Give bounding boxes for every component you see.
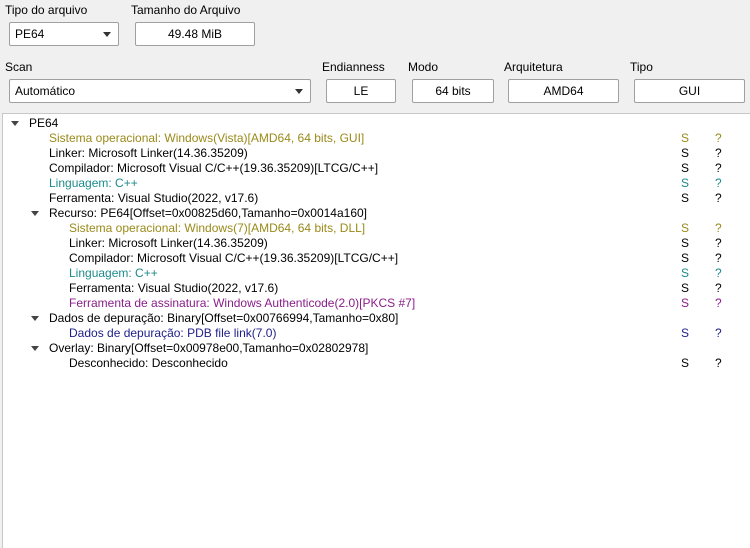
- tree-item-label: Linker: Microsoft Linker(14.36.35209): [69, 236, 268, 250]
- tree-item-label: Ferramenta de assinatura: Windows Authen…: [69, 296, 416, 310]
- tree-item-label: Ferramenta: Visual Studio(2022, v17.6): [49, 191, 259, 205]
- tree-node[interactable]: PE64: [3, 116, 749, 131]
- info-column-question[interactable]: ?: [715, 251, 722, 266]
- architecture-value: AMD64: [543, 84, 584, 98]
- type-label: Tipo: [630, 60, 653, 74]
- signature-column-s[interactable]: S: [681, 251, 689, 266]
- info-column-question[interactable]: ?: [715, 356, 722, 371]
- info-column-question[interactable]: ?: [715, 146, 722, 161]
- results-tree[interactable]: PE64 Sistema operacional: Windows(Vista)[…: [2, 113, 750, 548]
- expand-arrow-icon[interactable]: [31, 316, 39, 321]
- tree-item-label: Dados de depuração: Binary[Offset=0x0076…: [49, 311, 399, 325]
- signature-column-s[interactable]: S: [681, 131, 689, 146]
- tree-item-label: Linker: Microsoft Linker(14.36.35209): [49, 146, 248, 160]
- info-column-question[interactable]: ?: [715, 176, 722, 191]
- signature-column-s[interactable]: S: [681, 146, 689, 161]
- signature-column-s[interactable]: S: [681, 266, 689, 281]
- info-column-question[interactable]: ?: [715, 191, 722, 206]
- signature-column-s[interactable]: S: [681, 281, 689, 296]
- mode-value: 64 bits: [435, 84, 471, 98]
- info-column-question[interactable]: ?: [715, 221, 722, 236]
- tree-item[interactable]: Ferramenta: Visual Studio(2022, v17.6) S?: [3, 191, 749, 206]
- info-column-question[interactable]: ?: [715, 296, 722, 311]
- file-type-label: Tipo do arquivo: [5, 3, 88, 17]
- expand-arrow-icon[interactable]: [31, 346, 39, 351]
- signature-column-s[interactable]: S: [681, 236, 689, 251]
- signature-column-s[interactable]: S: [681, 161, 689, 176]
- tree-node[interactable]: Recurso: PE64[Offset=0x00825d60,Tamanho=…: [3, 206, 749, 221]
- info-column-question[interactable]: ?: [715, 281, 722, 296]
- endianness-label: Endianness: [322, 60, 385, 74]
- mode-label: Modo: [408, 60, 439, 74]
- info-column-question[interactable]: ?: [715, 236, 722, 251]
- tree-item[interactable]: Ferramenta: Visual Studio(2022, v17.6) S?: [3, 281, 749, 296]
- type-value: GUI: [678, 84, 701, 98]
- info-column-question[interactable]: ?: [715, 326, 722, 341]
- file-size-field: 49.48 MiB: [135, 22, 255, 46]
- architecture-label: Arquitetura: [504, 60, 563, 74]
- chevron-down-icon: [103, 32, 111, 37]
- tree-item[interactable]: Ferramenta de assinatura: Windows Authen…: [3, 296, 749, 311]
- tree-item-label: Compilador: Microsoft Visual C/C++(19.36…: [69, 251, 399, 265]
- tree-item[interactable]: Sistema operacional: Windows(7)[AMD64, 6…: [3, 221, 749, 236]
- expand-arrow-icon[interactable]: [11, 121, 19, 126]
- chevron-down-icon: [295, 89, 303, 94]
- file-type-select[interactable]: PE64: [9, 22, 119, 46]
- tree-item-label: Compilador: Microsoft Visual C/C++(19.36…: [49, 161, 379, 175]
- tree-item-label: Overlay: Binary[Offset=0x00978e00,Tamanh…: [49, 341, 369, 355]
- tree-item[interactable]: Compilador: Microsoft Visual C/C++(19.36…: [3, 251, 749, 266]
- info-column-question[interactable]: ?: [715, 161, 722, 176]
- tree-item[interactable]: Linker: Microsoft Linker(14.36.35209) S?: [3, 146, 749, 161]
- tree-item-label: Linguagem: C++: [69, 266, 158, 280]
- tree-item-label: PE64: [29, 116, 59, 130]
- scan-value: Automático: [15, 84, 76, 98]
- tree-node[interactable]: Overlay: Binary[Offset=0x00978e00,Tamanh…: [3, 341, 749, 356]
- tree-item[interactable]: Sistema operacional: Windows(Vista)[AMD6…: [3, 131, 749, 146]
- tree-item-label: Linguagem: C++: [49, 176, 138, 190]
- tree-item-label: Sistema operacional: Windows(7)[AMD64, 6…: [69, 221, 366, 235]
- signature-column-s[interactable]: S: [681, 356, 689, 371]
- architecture-field: AMD64: [508, 79, 619, 103]
- endianness-value: LE: [353, 84, 369, 98]
- file-type-value: PE64: [15, 27, 45, 41]
- endianness-field: LE: [326, 79, 396, 103]
- signature-column-s[interactable]: S: [681, 191, 689, 206]
- tree-item[interactable]: Compilador: Microsoft Visual C/C++(19.36…: [3, 161, 749, 176]
- signature-column-s[interactable]: S: [681, 296, 689, 311]
- tree-item[interactable]: Linguagem: C++ S?: [3, 266, 749, 281]
- tree-item-label: Desconhecido: Desconhecido: [69, 356, 228, 370]
- tree-item-label: Recurso: PE64[Offset=0x00825d60,Tamanho=…: [49, 206, 368, 220]
- tree-item[interactable]: Linguagem: C++ S?: [3, 176, 749, 191]
- type-field: GUI: [634, 79, 745, 103]
- scan-label: Scan: [5, 60, 33, 74]
- scan-select[interactable]: Automático: [9, 79, 311, 103]
- signature-column-s[interactable]: S: [681, 221, 689, 236]
- tree-item-label: Dados de depuração: PDB file link(7.0): [69, 326, 277, 340]
- tree-item[interactable]: Dados de depuração: PDB file link(7.0) S?: [3, 326, 749, 341]
- file-size-value: 49.48 MiB: [167, 27, 223, 41]
- info-column-question[interactable]: ?: [715, 131, 722, 146]
- tree-item-label: Sistema operacional: Windows(Vista)[AMD6…: [49, 131, 365, 145]
- tree-node[interactable]: Dados de depuração: Binary[Offset=0x0076…: [3, 311, 749, 326]
- mode-field: 64 bits: [412, 79, 494, 103]
- signature-column-s[interactable]: S: [681, 176, 689, 191]
- tree-item[interactable]: Linker: Microsoft Linker(14.36.35209) S?: [3, 236, 749, 251]
- tree-item-label: Ferramenta: Visual Studio(2022, v17.6): [69, 281, 279, 295]
- expand-arrow-icon[interactable]: [31, 211, 39, 216]
- file-size-label: Tamanho do Arquivo: [131, 3, 241, 17]
- info-column-question[interactable]: ?: [715, 266, 722, 281]
- signature-column-s[interactable]: S: [681, 326, 689, 341]
- tree-item[interactable]: Desconhecido: Desconhecido S?: [3, 356, 749, 371]
